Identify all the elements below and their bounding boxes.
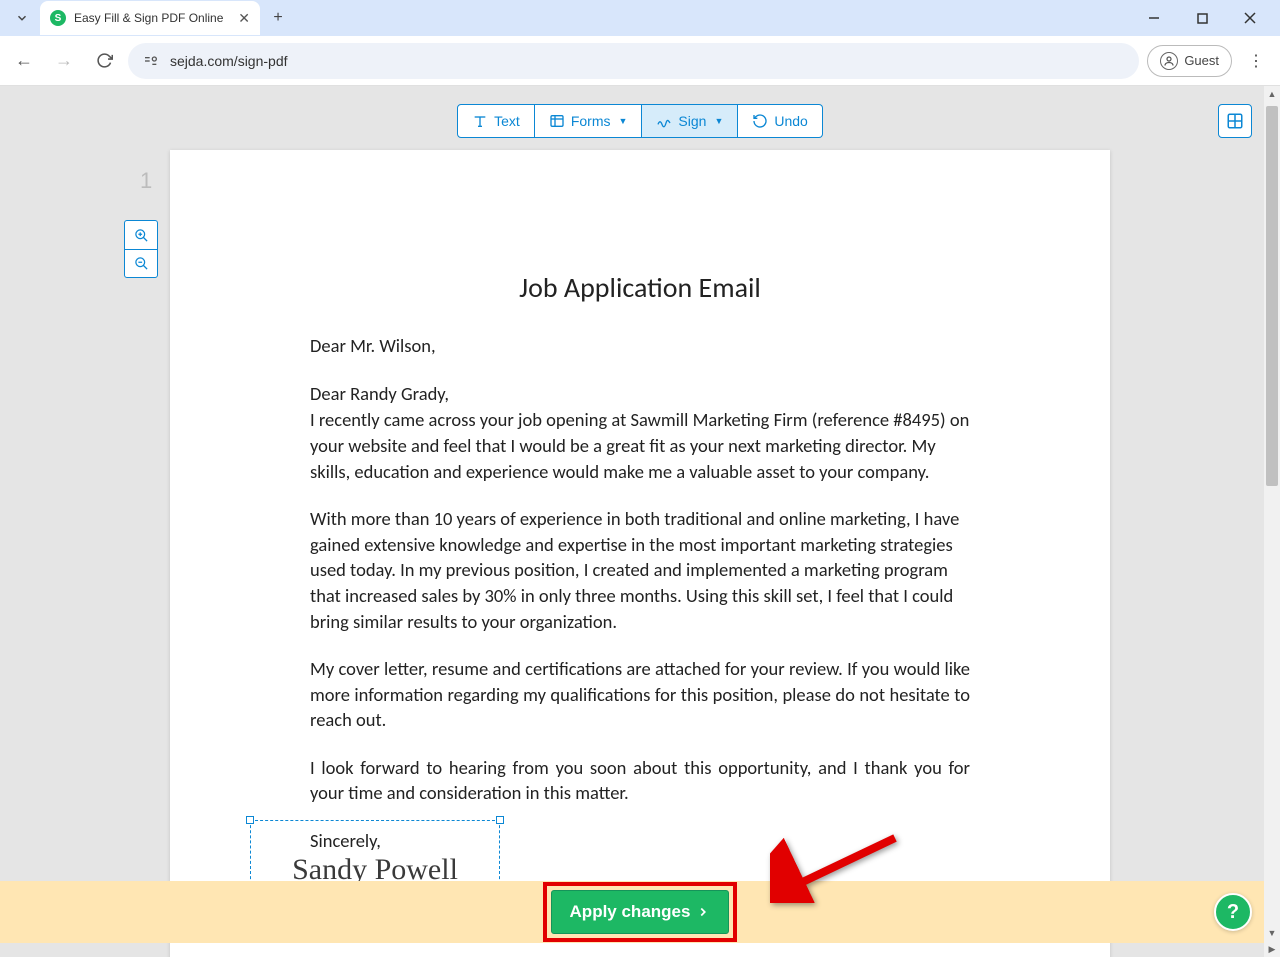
annotation-highlight: Apply changes xyxy=(543,882,738,942)
page-layout-button[interactable] xyxy=(1218,104,1252,138)
browser-tab-strip: S Easy Fill & Sign PDF Online ✕ + xyxy=(0,0,1280,36)
maximize-window-button[interactable] xyxy=(1180,3,1224,33)
document-paragraph-1: I recently came across your job opening … xyxy=(310,407,970,485)
undo-label: Undo xyxy=(774,113,807,129)
browser-toolbar: ← → sejda.com/sign-pdf Guest ⋮ xyxy=(0,36,1280,86)
help-button[interactable]: ? xyxy=(1214,893,1252,931)
tab-title: Easy Fill & Sign PDF Online xyxy=(74,11,230,25)
help-icon: ? xyxy=(1227,901,1239,924)
scroll-up-icon[interactable]: ▲ xyxy=(1264,86,1280,102)
document-paragraph-3: My cover letter, resume and certificatio… xyxy=(310,656,970,733)
undo-button[interactable]: Undo xyxy=(738,104,822,138)
forward-button[interactable]: → xyxy=(48,45,80,77)
close-window-button[interactable] xyxy=(1228,3,1272,33)
page-number: 1 xyxy=(140,168,152,194)
apply-changes-label: Apply changes xyxy=(570,902,691,922)
guest-avatar-icon xyxy=(1160,52,1178,70)
zoom-out-button[interactable] xyxy=(125,249,157,277)
scroll-down-icon[interactable]: ▼ xyxy=(1264,925,1280,941)
address-bar[interactable]: sejda.com/sign-pdf xyxy=(128,43,1139,79)
browser-tab[interactable]: S Easy Fill & Sign PDF Online ✕ xyxy=(40,1,260,35)
tab-favicon-icon: S xyxy=(50,10,66,26)
apply-changes-button[interactable]: Apply changes xyxy=(551,890,730,934)
site-info-icon[interactable] xyxy=(142,52,160,70)
reload-button[interactable] xyxy=(88,45,120,77)
sign-tool-button[interactable]: Sign ▼ xyxy=(642,104,738,138)
document-paragraph-2: With more than 10 years of experience in… xyxy=(310,506,970,634)
close-tab-icon[interactable]: ✕ xyxy=(238,10,250,27)
new-tab-button[interactable]: + xyxy=(264,4,292,32)
document-greeting-2: Dear Randy Grady, xyxy=(310,381,970,407)
apply-changes-bar: Apply changes xyxy=(0,881,1280,943)
caret-down-icon: ▼ xyxy=(714,116,723,126)
document-paragraph-4: I look forward to hearing from you soon … xyxy=(310,755,970,806)
back-button[interactable]: ← xyxy=(8,45,40,77)
minimize-window-button[interactable] xyxy=(1132,3,1176,33)
vertical-scrollbar[interactable]: ▲ ▼ xyxy=(1264,86,1280,941)
text-tool-button[interactable]: Text xyxy=(457,104,535,138)
scrollbar-thumb[interactable] xyxy=(1266,106,1278,486)
document-title: Job Application Email xyxy=(310,270,970,305)
profile-button[interactable]: Guest xyxy=(1147,45,1232,77)
editor-toolbar: Text Forms ▼ Sign ▼ Undo xyxy=(457,104,823,138)
scroll-right-icon[interactable]: ▶ xyxy=(1264,941,1280,957)
forms-tool-label: Forms xyxy=(571,113,611,129)
zoom-in-button[interactable] xyxy=(125,221,157,249)
resize-handle-tr[interactable] xyxy=(496,816,504,824)
browser-menu-button[interactable]: ⋮ xyxy=(1240,45,1272,77)
caret-down-icon: ▼ xyxy=(619,116,628,126)
pdf-page[interactable]: Job Application Email Dear Mr. Wilson, D… xyxy=(170,150,1110,957)
zoom-controls xyxy=(124,220,158,278)
guest-label: Guest xyxy=(1184,53,1219,68)
resize-handle-tl[interactable] xyxy=(246,816,254,824)
text-tool-label: Text xyxy=(494,113,520,129)
forms-tool-button[interactable]: Forms ▼ xyxy=(535,104,643,138)
url-text: sejda.com/sign-pdf xyxy=(170,53,1125,69)
tab-search-button[interactable] xyxy=(8,4,36,32)
document-greeting-1: Dear Mr. Wilson, xyxy=(310,333,970,359)
sign-tool-label: Sign xyxy=(678,113,706,129)
